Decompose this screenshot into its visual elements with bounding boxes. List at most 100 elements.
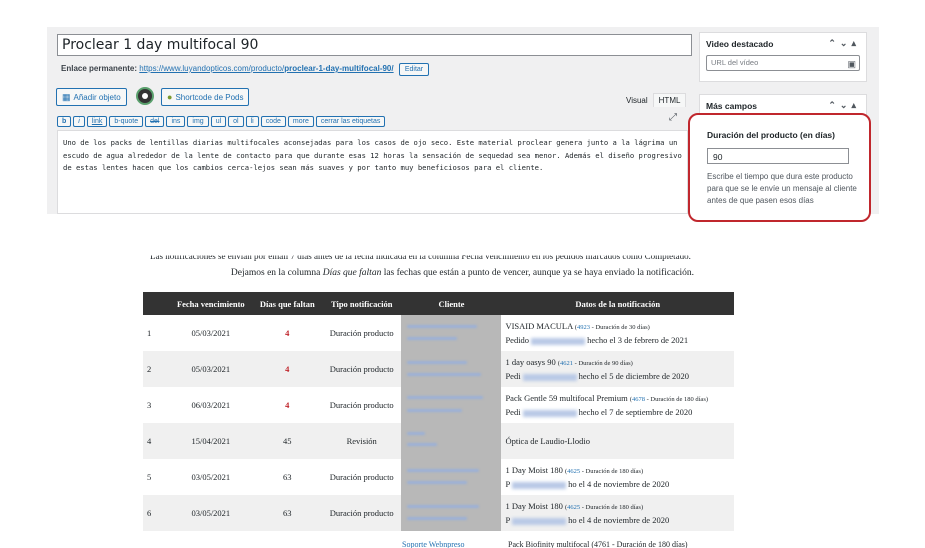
edit-permalink-button[interactable]: Editar [398, 63, 430, 76]
table-row: 4 15/04/2021 45 Revisión Óptica de Laudi… [143, 423, 734, 459]
row-number: 6 [143, 495, 169, 531]
notification-type: Duración producto [329, 472, 394, 482]
quicktag-ul[interactable]: ul [210, 116, 227, 127]
notification-data: Óptica de Laudio-Llodio [501, 423, 734, 459]
permalink-row: Enlace permanente: https://www.luyandopt… [61, 63, 430, 76]
post-title-input[interactable]: Proclear 1 day multifocal 90 [57, 34, 692, 56]
col-header-due-date: Fecha vencimiento [169, 292, 253, 315]
add-media-button[interactable]: ▦ Añadir objeto [56, 88, 127, 106]
image-icon[interactable]: ▣ [847, 57, 856, 71]
days-left: 4 [285, 400, 290, 410]
row-number: 3 [147, 400, 152, 410]
due-date: 03/05/2021 [169, 495, 253, 531]
client-redacted [401, 459, 502, 495]
content-textarea[interactable]: Uno de los packs de lentillas diarias mu… [57, 130, 688, 214]
quicktag-ol[interactable]: ol [228, 116, 244, 127]
row-number: 2 [143, 351, 169, 387]
table-row: 5 03/05/2021 63 Duración producto 1 Day … [143, 459, 734, 495]
row-number: 1 [147, 328, 152, 338]
due-date: 03/05/2021 [191, 472, 231, 482]
notification-data: 1 Day Moist 180 (4625 - Duración de 180 … [501, 495, 734, 531]
days-left: 4 [285, 328, 290, 338]
table-row: 1 05/03/2021 4 Duración producto VISAID … [143, 315, 734, 351]
quicktag-img[interactable]: img [187, 116, 209, 127]
notification-data: 1 Day Moist 180 (4625 - Duración de 180 … [505, 465, 670, 489]
editor-tabs: Visual HTML [621, 93, 687, 107]
order-redacted [512, 517, 567, 525]
notification-data: 1 day oasys 90 (4621 - Duración de 90 dí… [501, 351, 734, 387]
video-url-input[interactable]: URL del vídeo ▣ [706, 55, 860, 71]
notification-data: Pack Biofinity multifocal (4761 - Duraci… [508, 540, 688, 548]
permalink-link[interactable]: https://www.luyandopticos.com/producto/p… [139, 64, 393, 73]
client-redacted [401, 423, 502, 459]
quicktag-more[interactable]: more [287, 116, 314, 127]
quicktag-li[interactable]: li [245, 116, 259, 127]
days-left: 4 [252, 351, 322, 387]
table-row: 2 05/03/2021 4 Duración producto 1 day o… [143, 351, 734, 387]
quicktag-code[interactable]: code [260, 116, 286, 127]
days-left: 63 [252, 495, 322, 531]
quicktags-toolbar: b i link b-quote del ins img ul ol li code more cerr… [57, 110, 688, 128]
duration-help-text: Escribe el tiempo que dura este producto… [707, 172, 857, 205]
col-header-client: Cliente [401, 292, 502, 315]
partial-table-row: Soporte Webnpreso Pack Biofinity multifo… [143, 538, 734, 548]
duration-input[interactable]: 90 [707, 148, 849, 164]
quicktag-bold[interactable]: b [57, 116, 72, 127]
client-redacted [401, 351, 502, 387]
pods-icon: ● [167, 92, 173, 102]
order-redacted [522, 373, 577, 381]
notification-data: VISAID MACULA (4923 - Duración de 30 día… [505, 321, 689, 345]
notification-data: Pack Gentle 59 multifocal Premium (4678 … [505, 393, 709, 417]
due-date: 05/03/2021 [191, 328, 231, 338]
order-redacted [531, 337, 586, 345]
metabox-controls-icon[interactable]: ⌃⌄▴ [828, 38, 860, 49]
order-redacted [522, 409, 577, 417]
client-link[interactable]: Soporte Webnpreso [402, 540, 465, 548]
due-date: 15/04/2021 [169, 423, 253, 459]
product-id-link[interactable]: 4625 [567, 468, 580, 475]
quicktag-ins[interactable]: ins [166, 116, 186, 127]
duration-field-highlight: Duración del producto (en días) 90 Escri… [688, 113, 871, 222]
notification-type: Revisión [321, 423, 402, 459]
row-number: 5 [147, 472, 152, 482]
product-id-link[interactable]: 4621 [560, 360, 573, 367]
due-date: 05/03/2021 [169, 351, 253, 387]
metabox-controls-icon[interactable]: ⌃⌄▴ [828, 100, 860, 111]
client-redacted [401, 315, 502, 351]
tab-html[interactable]: HTML [652, 93, 687, 107]
product-id-link[interactable]: 4625 [567, 504, 580, 511]
video-metabox-header[interactable]: Video destacado ⌃⌄▴ [700, 33, 866, 55]
col-header-days-left: Días que faltan [252, 292, 322, 315]
quicktag-del[interactable]: del [145, 116, 165, 127]
plugin-icon[interactable] [136, 87, 154, 105]
notification-type: Duración producto [321, 495, 402, 531]
product-id-link[interactable]: 4678 [632, 396, 645, 403]
notification-type: Duración producto [321, 351, 402, 387]
pods-shortcode-button[interactable]: ● Shortcode de Pods [161, 88, 250, 106]
video-metabox: Video destacado ⌃⌄▴ URL del vídeo ▣ [699, 32, 867, 82]
product-id-link[interactable]: 4923 [577, 324, 590, 331]
cropped-paragraph: Las notificaciones se envían por email 7… [150, 251, 691, 262]
notifications-table: Fecha vencimiento Días que faltan Tipo n… [143, 292, 734, 531]
fullscreen-icon[interactable]: ⤢ [669, 112, 677, 123]
media-icon: ▦ [62, 92, 71, 102]
duration-label: Duración del producto (en días) [707, 130, 835, 140]
days-left: 45 [252, 423, 322, 459]
table-row: 6 03/05/2021 63 Duración producto 1 Day … [143, 495, 734, 531]
client-redacted [401, 495, 502, 531]
table-row: 3 06/03/2021 4 Duración producto Pack Ge… [143, 387, 734, 423]
col-header-data: Datos de la notificación [501, 292, 734, 315]
order-redacted [512, 481, 567, 489]
col-header-number [143, 292, 169, 315]
tab-visual[interactable]: Visual [621, 94, 653, 107]
quicktag-blockquote[interactable]: b-quote [109, 116, 144, 127]
quicktag-italic[interactable]: i [73, 116, 85, 127]
due-date: 06/03/2021 [191, 400, 231, 410]
quicktag-link[interactable]: link [86, 116, 108, 127]
quicktag-close-tags[interactable]: cerrar las etiquetas [315, 116, 386, 127]
intro-paragraph: Dejamos en la columna Días que faltan la… [230, 268, 695, 278]
permalink-label: Enlace permanente: [61, 64, 138, 73]
row-number: 4 [143, 423, 169, 459]
notification-type: Duración producto [329, 328, 394, 338]
notification-type: Duración producto [329, 400, 394, 410]
